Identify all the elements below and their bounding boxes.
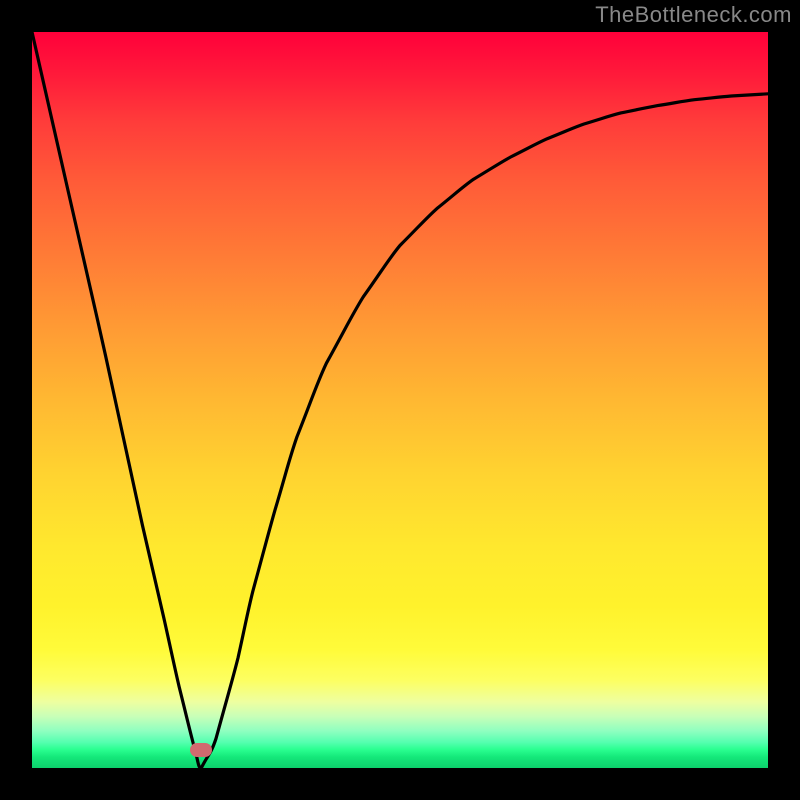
chart-frame: TheBottleneck.com [0,0,800,800]
plot-area [32,32,768,768]
attribution-label: TheBottleneck.com [595,2,792,28]
bottleneck-curve [32,32,768,768]
optimum-marker [190,743,212,757]
curve-layer [32,32,768,768]
